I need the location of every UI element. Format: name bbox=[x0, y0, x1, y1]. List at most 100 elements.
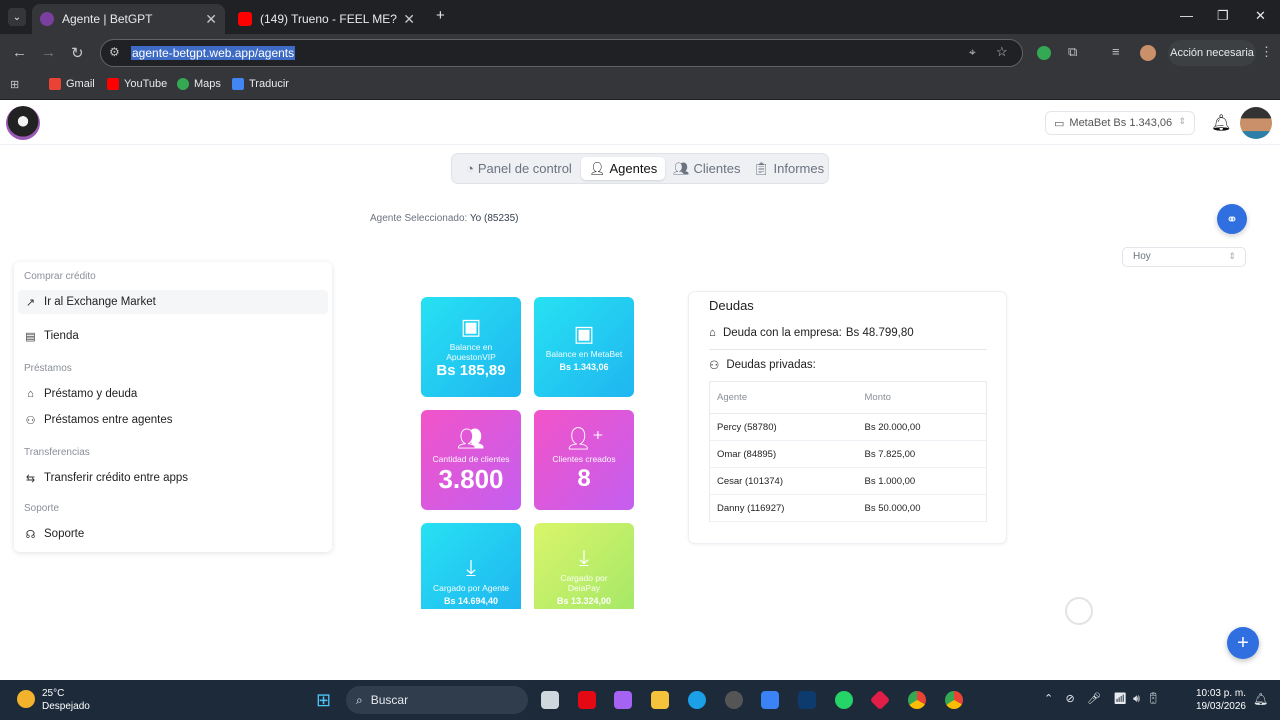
extensions-puzzle-icon[interactable]: ⧉ bbox=[1068, 44, 1077, 60]
more-menu-icon[interactable]: ⋮ bbox=[1260, 44, 1273, 60]
close-tab-icon[interactable]: ✕ bbox=[403, 11, 415, 28]
chrome-profile-icon[interactable] bbox=[945, 691, 963, 709]
menu-item-prestamo-deuda[interactable]: ⌂ Préstamo y deuda bbox=[18, 382, 328, 406]
restore-icon[interactable]: ❐ bbox=[1217, 8, 1229, 24]
new-tab-button[interactable]: + bbox=[436, 7, 445, 24]
address-bar[interactable]: ⚙ agente-betgpt.web.app/agents ⌖ ☆ bbox=[100, 39, 1023, 67]
disney-plus-icon[interactable] bbox=[798, 691, 816, 709]
tab-clientes[interactable]: 👥︎ Clientes bbox=[665, 157, 748, 180]
agent-selected-label: Agente Seleccionado: bbox=[370, 213, 468, 224]
balance-select[interactable]: ▭ MetaBet Bs 1.343,06 ⇕ bbox=[1045, 111, 1195, 135]
cell-agente: Danny (116927) bbox=[709, 494, 858, 522]
column-header-agente: Agente bbox=[709, 381, 858, 414]
gmail-icon bbox=[49, 78, 61, 90]
tab-label: Panel de control bbox=[477, 161, 572, 176]
site-info-icon[interactable]: ⚙ bbox=[109, 45, 120, 59]
browser-tab-betgpt[interactable]: Agente | BetGPT ✕ bbox=[32, 4, 225, 34]
card-balance-metabet[interactable]: ▣ Balance en MetaBet Bs 1.343,06 bbox=[534, 297, 634, 397]
menu-item-label: Ir al Exchange Market bbox=[44, 296, 156, 308]
wallet-icon: ▣ bbox=[460, 313, 482, 339]
weather-widget[interactable]: 25°C Despejado bbox=[42, 687, 90, 713]
wallet-icon: ▭ bbox=[1054, 117, 1065, 130]
reload-icon[interactable]: ↻ bbox=[71, 44, 84, 62]
close-tab-icon[interactable]: ✕ bbox=[205, 11, 217, 28]
media-controls-icon[interactable]: ≡ bbox=[1112, 44, 1120, 59]
file-explorer-icon[interactable] bbox=[651, 691, 669, 709]
user-avatar[interactable] bbox=[1240, 107, 1272, 139]
edge-icon[interactable] bbox=[688, 691, 706, 709]
settings-gear-icon[interactable] bbox=[725, 691, 743, 709]
menu-section-title: Préstamos bbox=[24, 363, 72, 374]
taskbar-search[interactable]: ⌕ Buscar bbox=[346, 686, 528, 714]
bookmark-gmail[interactable]: Gmail bbox=[49, 78, 95, 90]
bell-icon[interactable]: 🔔︎ bbox=[1211, 113, 1231, 133]
extension-icon[interactable] bbox=[1037, 46, 1051, 60]
menu-item-prestamos-agentes[interactable]: ⚇ Préstamos entre agentes bbox=[18, 408, 328, 432]
main-nav-tabs: ◔ Panel de control 👤︎ Agentes 👥︎ Cliente… bbox=[451, 153, 829, 184]
bookmark-youtube[interactable]: YouTube bbox=[107, 78, 167, 90]
tab-informes[interactable]: 📋︎ Informes bbox=[745, 157, 832, 180]
private-debts-label: Deudas privadas: bbox=[726, 359, 816, 371]
company-debt-value: Bs 48.799,80 bbox=[845, 327, 914, 339]
profile-avatar-icon[interactable] bbox=[1140, 45, 1156, 61]
taskbar-clock[interactable]: 10:03 p. m. 19/03/2026 bbox=[1190, 687, 1246, 713]
tab-label: Clientes bbox=[693, 161, 741, 176]
actions-menu: Comprar crédito ↗ Ir al Exchange Market … bbox=[14, 262, 332, 552]
browser-tab-youtube[interactable]: (149) Trueno - FEEL ME?? (Vide ✕ bbox=[230, 4, 423, 34]
cell-agente: Cesar (101374) bbox=[709, 467, 858, 495]
apps-grid-icon[interactable]: ⊞ bbox=[10, 78, 19, 91]
url-text[interactable]: agente-betgpt.web.app/agents bbox=[131, 46, 296, 60]
forward-icon[interactable]: → bbox=[41, 44, 56, 61]
company-debt-line: ⌂ Deuda con la empresa: Bs 48.799,80 bbox=[709, 327, 914, 339]
add-fab-button[interactable]: + bbox=[1227, 627, 1259, 659]
minimize-icon[interactable]: — bbox=[1180, 8, 1193, 23]
menu-item-transferir-credito[interactable]: ⇆ Transferir crédito entre apps bbox=[18, 466, 328, 490]
menu-item-soporte[interactable]: ☊ Soporte bbox=[18, 522, 328, 546]
menu-item-tienda[interactable]: ▤ Tienda bbox=[18, 324, 328, 348]
card-clientes-creados[interactable]: 👤︎⁺ Clientes creados 8 bbox=[534, 410, 634, 510]
whatsapp-icon[interactable] bbox=[835, 691, 853, 709]
bookmark-star-icon[interactable]: ☆ bbox=[996, 44, 1008, 60]
bookmark-maps[interactable]: Maps bbox=[177, 78, 221, 90]
windows-start-icon[interactable]: ⊞ bbox=[316, 690, 331, 711]
chrome-icon[interactable] bbox=[908, 691, 926, 709]
card-balance-apuestonvip[interactable]: ▣ Balance en ApuestonVIP Bs 185,89 bbox=[421, 297, 521, 397]
youtube-favicon-icon bbox=[238, 12, 252, 26]
table-row[interactable]: Cesar (101374) Bs 1.000,00 bbox=[709, 467, 987, 495]
table-row[interactable]: Danny (116927) Bs 50.000,00 bbox=[709, 494, 987, 522]
system-tray[interactable]: ⌃ ⊘ 🎤︎ 📶︎ 🔊︎ 🔋︎ bbox=[1044, 692, 1160, 706]
period-select[interactable]: Hoy ⇕ bbox=[1122, 247, 1246, 267]
location-icon[interactable]: ⌖ bbox=[969, 45, 976, 60]
card-cantidad-clientes[interactable]: 👥︎ Cantidad de clientes 3.800 bbox=[421, 410, 521, 510]
app-logo[interactable] bbox=[6, 106, 40, 140]
bookmark-translate[interactable]: Traducir bbox=[232, 78, 289, 90]
anydesk-icon[interactable] bbox=[869, 689, 891, 711]
back-icon[interactable]: ← bbox=[12, 44, 27, 61]
table-row[interactable]: Percy (58780) Bs 20.000,00 bbox=[709, 413, 987, 441]
tab-search-chevron-icon[interactable]: ⌄ bbox=[8, 8, 26, 26]
cell-agente: Percy (58780) bbox=[709, 413, 858, 441]
table-row[interactable]: Omar (84895) Bs 7.825,00 bbox=[709, 440, 987, 468]
tab-panel-de-control[interactable]: ◔ Panel de control bbox=[458, 157, 580, 180]
clock-time: 10:03 p. m. bbox=[1195, 688, 1246, 699]
task-view-icon[interactable] bbox=[541, 691, 559, 709]
notifications-icon[interactable]: 🔔︎ bbox=[1253, 692, 1268, 706]
copilot-icon[interactable] bbox=[614, 691, 632, 709]
transfer-arrows-icon: ⇆ bbox=[25, 472, 36, 485]
card-cargado-agente[interactable]: ⤓ Cargado por Agente Bs 14.694,40 bbox=[421, 523, 521, 609]
action-needed-button[interactable]: Acción necesaria bbox=[1168, 40, 1256, 66]
headset-icon: ☊ bbox=[25, 528, 36, 541]
tab-title: Agente | BetGPT bbox=[62, 12, 153, 26]
close-window-icon[interactable]: ✕ bbox=[1255, 8, 1266, 24]
network-fab-button[interactable]: ⚭ bbox=[1217, 204, 1247, 234]
agent-selected-value[interactable]: Yo (85235) bbox=[470, 213, 519, 224]
card-cargado-deiapay[interactable]: ⤓ Cargado por DeiaPay Bs 13.324,00 bbox=[534, 523, 634, 609]
tab-agentes[interactable]: 👤︎ Agentes bbox=[581, 157, 666, 180]
user-plus-icon: 👤︎⁺ bbox=[564, 425, 604, 451]
debts-title: Deudas bbox=[709, 298, 754, 313]
menu-item-exchange-market[interactable]: ↗ Ir al Exchange Market bbox=[18, 290, 328, 314]
store-icon[interactable] bbox=[761, 691, 779, 709]
bank-icon: ⌂ bbox=[709, 327, 716, 339]
cell-agente: Omar (84895) bbox=[709, 440, 858, 468]
netflix-icon[interactable] bbox=[578, 691, 596, 709]
